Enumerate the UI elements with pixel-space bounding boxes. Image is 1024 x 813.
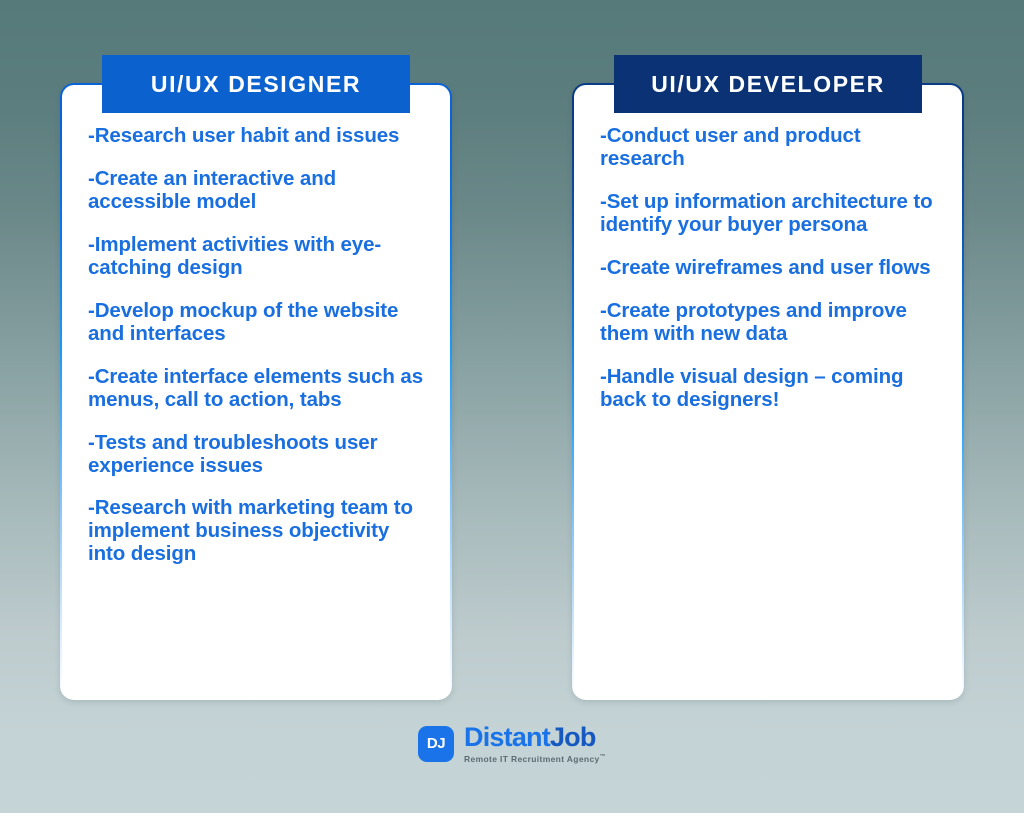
logo-word-job: Job (549, 722, 596, 752)
list-item: -Conduct user and product research (600, 124, 861, 170)
logo-monogram-text: DJ (426, 735, 446, 753)
card-designer-title: UI/UX DESIGNER (102, 55, 410, 113)
list-item: -Handle visual design – coming back to d… (600, 364, 904, 411)
logo-word-line: DistantJob (464, 724, 606, 751)
list-item: -Set up information architecture to iden… (600, 189, 933, 236)
list-item: -Create wireframes and user flows (600, 255, 931, 279)
logo-monogram-icon: DJ (418, 725, 455, 762)
list-item: -Create an interactive and accessible mo… (88, 166, 337, 213)
infographic-canvas: -Research user habit and issues -Create … (0, 0, 1024, 813)
list-item: -Create prototypes and improve them with… (600, 298, 907, 345)
card-developer-title: UI/UX DEVELOPER (614, 55, 922, 113)
card-developer-body: -Conduct user and product research -Set … (574, 85, 962, 698)
list-item: -Tests and troubleshoots user experience… (88, 430, 378, 477)
card-designer-body: -Research user habit and issues -Create … (62, 85, 450, 698)
logo-wordmark: DistantJob Remote IT Recruitment Agency™ (464, 724, 606, 764)
list-item: -Research user habit and issues (88, 124, 400, 147)
logo-tagline: Remote IT Recruitment Agency™ (464, 754, 606, 763)
developer-responsibility-list: -Conduct user and product research -Set … (600, 124, 936, 412)
list-item: -Research with marketing team to impleme… (88, 496, 413, 566)
list-item: -Create interface elements such as menus… (88, 364, 424, 411)
card-designer: -Research user habit and issues -Create … (60, 83, 452, 700)
designer-responsibility-list: -Research user habit and issues -Create … (88, 124, 424, 566)
trademark-icon: ™ (599, 754, 606, 760)
card-developer: -Conduct user and product research -Set … (572, 83, 964, 700)
list-item: -Develop mockup of the website and inter… (88, 298, 399, 345)
logo-tagline-text: Remote IT Recruitment Agency (464, 753, 600, 764)
logo-word-distant: Distant (464, 722, 551, 752)
list-item: -Implement activities with eye-catching … (88, 232, 382, 279)
distantjob-logo: DJ DistantJob Remote IT Recruitment Agen… (0, 724, 1024, 763)
